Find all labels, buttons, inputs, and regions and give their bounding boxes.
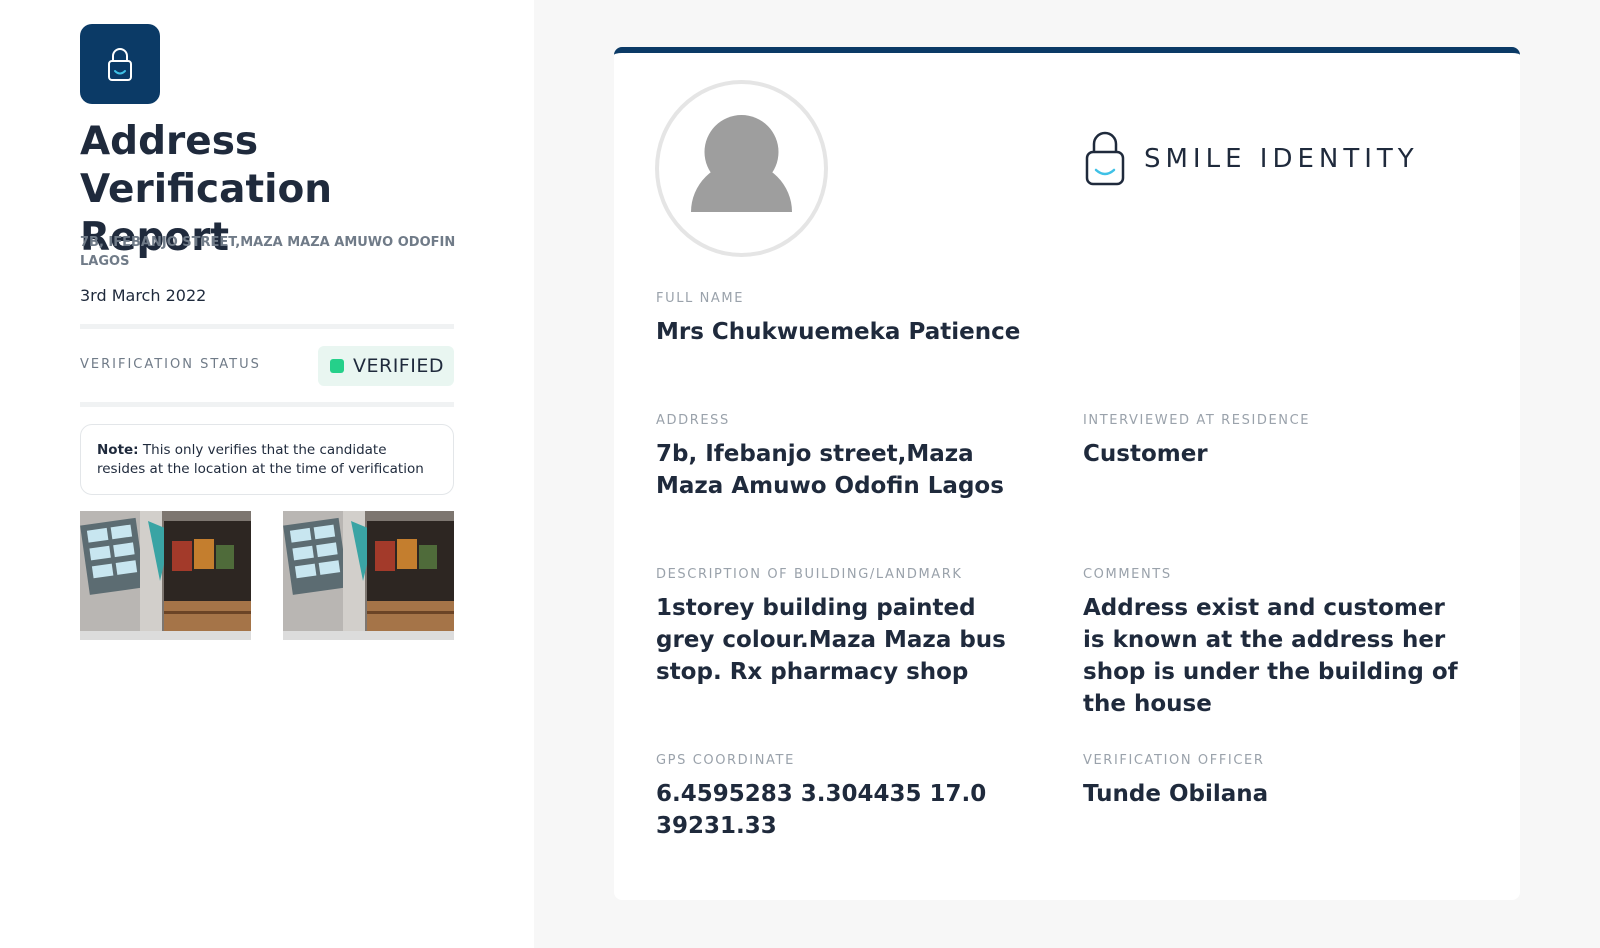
avatar <box>655 80 828 257</box>
note-label: Note: <box>97 442 139 458</box>
divider <box>80 324 454 329</box>
divider <box>80 402 454 407</box>
status-dot-icon <box>330 359 344 373</box>
verification-status-label: VERIFICATION STATUS <box>80 357 261 372</box>
interviewed-label: INTERVIEWED AT RESIDENCE <box>1083 413 1311 428</box>
lock-smile-icon <box>108 48 132 81</box>
residence-photo[interactable] <box>283 511 454 640</box>
description-value: 1storey building painted grey colour.Maz… <box>656 595 1006 685</box>
gps-label: GPS COORDINATE <box>656 753 795 768</box>
report-date: 3rd March 2022 <box>80 286 207 305</box>
gps-value: 6.4595283 3.304435 17.0 39231.33 <box>656 781 987 839</box>
report-sidebar: Address Verification Report 7B, IFEBANJO… <box>0 0 534 948</box>
comments-value: Address exist and customer is known at t… <box>1083 595 1458 717</box>
brand-logo: SMILE IDENTITY <box>1084 130 1419 188</box>
residence-photo[interactable] <box>80 511 251 640</box>
app-logo <box>80 24 160 104</box>
interviewed-value: Customer <box>1083 441 1208 467</box>
note-text: This only verifies that the candidate re… <box>97 442 424 477</box>
officer-value: Tunde Obilana <box>1083 781 1269 807</box>
comments-label: COMMENTS <box>1083 567 1172 582</box>
officer-label: VERIFICATION OFFICER <box>1083 753 1265 768</box>
full-name-value: Mrs Chukwuemeka Patience <box>656 319 1021 345</box>
note-box: Note: This only verifies that the candid… <box>80 424 454 495</box>
brand-name: SMILE IDENTITY <box>1144 144 1419 174</box>
address-label: ADDRESS <box>656 413 730 428</box>
address-value: 7b, Ifebanjo street,Maza Maza Amuwo Odof… <box>656 441 1004 499</box>
description-label: DESCRIPTION OF BUILDING/LANDMARK <box>656 567 963 582</box>
report-address: 7B, IFEBANJO STREET,MAZA MAZA AMUWO ODOF… <box>80 235 456 269</box>
full-name-label: FULL NAME <box>656 291 745 306</box>
lock-smile-icon <box>1085 131 1125 186</box>
status-text: VERIFIED <box>353 355 444 377</box>
status-badge: VERIFIED <box>318 346 454 386</box>
